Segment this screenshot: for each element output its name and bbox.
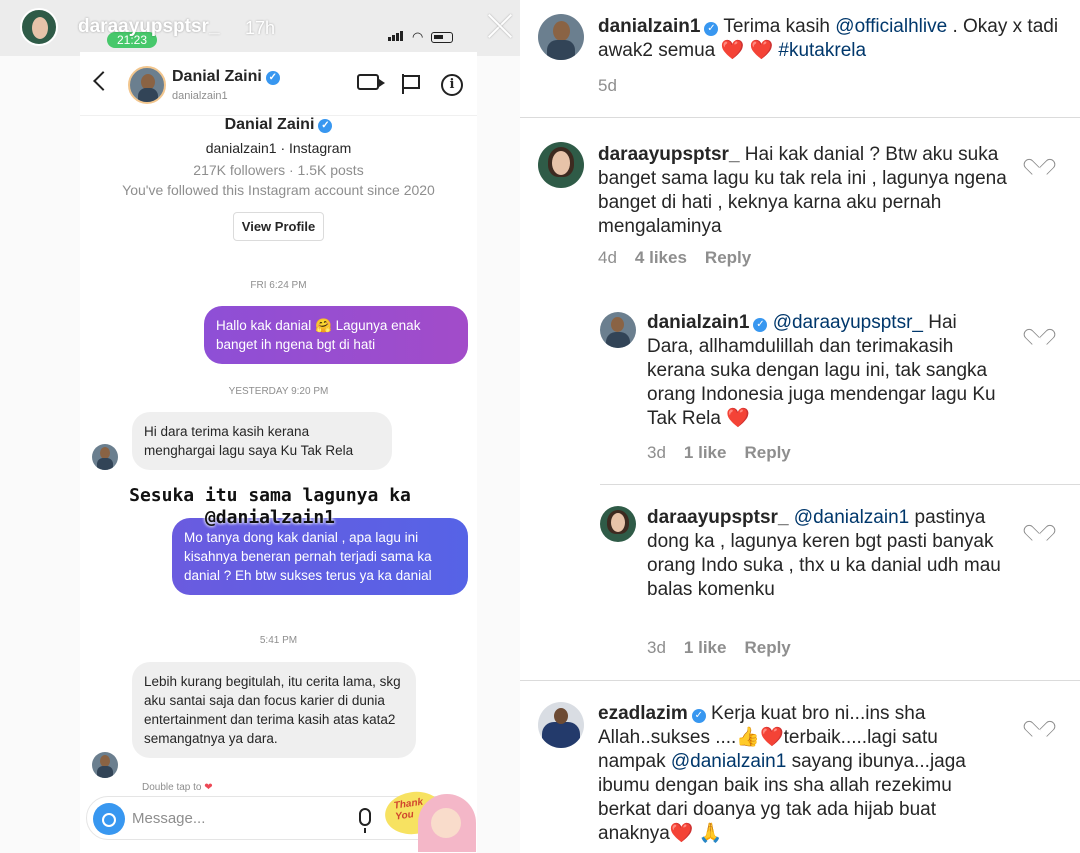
flag-icon[interactable] bbox=[401, 74, 420, 94]
like-heart-icon[interactable] bbox=[1030, 330, 1048, 346]
dm-screenshot: Danial Zaini ✓ danialzain1 i Danial Zaini… bbox=[80, 52, 477, 853]
view-profile-button[interactable]: View Profile bbox=[232, 212, 325, 241]
verified-icon: ✓ bbox=[691, 709, 706, 723]
story-overlay-text: Sesuka itu sama lagunya ka @danialzain1 bbox=[129, 485, 411, 528]
sent-message: Mo tanya dong kak danial , apa lagu ini … bbox=[172, 518, 468, 595]
profile-name: Danial Zaini ✓ bbox=[80, 116, 477, 134]
comment-avatar[interactable] bbox=[538, 142, 584, 188]
comment-meta: 5d bbox=[598, 76, 617, 95]
video-call-icon[interactable] bbox=[357, 74, 385, 90]
story-header: 21:23 daraayupsptsr_ 17h ◠ bbox=[0, 0, 520, 56]
comments-panel: danialzain1 ✓ Terima kasih @officialhlive… bbox=[520, 0, 1080, 853]
comment: ezadlazim ✓ Kerja kuat bro ni...ins sha A… bbox=[598, 703, 966, 844]
story-time: 17h bbox=[245, 18, 276, 38]
status-icons: ◠ bbox=[388, 28, 454, 46]
divider bbox=[520, 117, 1080, 118]
sticker-figure bbox=[418, 794, 476, 852]
dm-name[interactable]: Danial Zaini ✓ bbox=[172, 68, 280, 86]
comment-meta: 4d 4 likes Reply bbox=[598, 248, 752, 267]
reply-comment: danialzain1 ✓ @daraayupsptsr_ Hai Dara, a… bbox=[647, 312, 996, 429]
timestamp: FRI 6:24 PM bbox=[250, 280, 307, 291]
mention-link[interactable]: @officialhlive bbox=[835, 16, 947, 37]
comment: danialzain1 ✓ Terima kasih @officialhlive… bbox=[598, 16, 1059, 61]
battery-icon bbox=[431, 31, 454, 43]
reply-avatar[interactable] bbox=[600, 506, 636, 542]
reply-button[interactable]: Reply bbox=[744, 638, 790, 657]
double-tap-hint: Double tap to ❤ bbox=[142, 782, 213, 793]
story-panel: 21:23 daraayupsptsr_ 17h ◠ Danial Zaini ✓… bbox=[0, 0, 520, 853]
received-message: Hi dara terima kasih kerana menghargai l… bbox=[132, 412, 392, 470]
profile-sub: danialzain1 · Instagram bbox=[205, 140, 352, 156]
comment-username[interactable]: ezadlazim bbox=[598, 703, 688, 724]
verified-icon: ✓ bbox=[318, 119, 333, 133]
timestamp: 5:41 PM bbox=[259, 635, 298, 646]
received-message: Lebih kurang begitulah, itu cerita lama,… bbox=[132, 662, 416, 758]
story-username[interactable]: daraayupsptsr_ bbox=[78, 16, 220, 38]
sender-avatar bbox=[92, 752, 118, 778]
message-input[interactable]: Message... bbox=[132, 810, 205, 827]
divider bbox=[520, 680, 1080, 681]
likes-count[interactable]: 4 likes bbox=[635, 248, 687, 267]
comment-meta: 3d 1 like Reply bbox=[647, 638, 791, 657]
microphone-icon[interactable] bbox=[359, 808, 371, 833]
close-icon[interactable] bbox=[484, 10, 516, 42]
timestamp: YESTERDAY 9:20 PM bbox=[228, 386, 329, 397]
likes-count[interactable]: 1 like bbox=[684, 638, 727, 657]
verified-icon: ✓ bbox=[704, 22, 719, 36]
sender-avatar bbox=[92, 444, 118, 470]
info-icon[interactable]: i bbox=[441, 74, 463, 96]
like-heart-icon[interactable] bbox=[1030, 160, 1048, 176]
verified-icon: ✓ bbox=[265, 71, 280, 85]
story-avatar[interactable] bbox=[20, 8, 58, 46]
comment-avatar[interactable] bbox=[538, 14, 584, 60]
follow-note: You've followed this Instagram account s… bbox=[122, 182, 435, 198]
dm-header: Danial Zaini ✓ danialzain1 i bbox=[80, 52, 477, 116]
camera-icon[interactable] bbox=[93, 803, 125, 835]
comment-username[interactable]: danialzain1 bbox=[647, 312, 749, 333]
like-heart-icon[interactable] bbox=[1030, 722, 1048, 738]
sent-message: Hallo kak danial 🤗 Lagunya enak banget i… bbox=[204, 306, 468, 364]
dm-avatar[interactable] bbox=[128, 66, 166, 104]
mention-link[interactable]: @danialzain1 bbox=[794, 507, 909, 528]
comment-username[interactable]: daraayupsptsr_ bbox=[647, 507, 789, 528]
heart-icon: ❤ bbox=[204, 782, 213, 793]
divider bbox=[600, 484, 1080, 485]
reply-button[interactable]: Reply bbox=[744, 443, 790, 462]
profile-stats: 217K followers · 1.5K posts bbox=[193, 162, 364, 178]
comment: daraayupsptsr_ Hai kak danial ? Btw aku … bbox=[598, 144, 1007, 237]
mention-link[interactable]: @danialzain1 bbox=[671, 751, 786, 772]
likes-count[interactable]: 1 like bbox=[684, 443, 727, 462]
back-icon[interactable] bbox=[93, 71, 113, 91]
reply-avatar[interactable] bbox=[600, 312, 636, 348]
reply-comment: daraayupsptsr_ @danialzain1 pastinya don… bbox=[647, 507, 1001, 600]
comment-avatar[interactable] bbox=[538, 702, 584, 748]
profile-summary: Danial Zaini ✓ danialzain1 · Instagram 21… bbox=[80, 116, 477, 241]
comment-meta: 3d 1 like Reply bbox=[647, 443, 791, 462]
verified-icon: ✓ bbox=[753, 318, 768, 332]
hashtag-link[interactable]: #kutakrela bbox=[778, 40, 866, 61]
dm-handle: danialzain1 bbox=[172, 90, 228, 102]
mention-link[interactable]: @daraayupsptsr_ bbox=[773, 312, 923, 333]
comment-username[interactable]: daraayupsptsr_ bbox=[598, 144, 740, 165]
like-heart-icon[interactable] bbox=[1030, 526, 1048, 542]
reply-button[interactable]: Reply bbox=[705, 248, 751, 267]
signal-icon bbox=[388, 28, 404, 46]
wifi-icon: ◠ bbox=[412, 29, 424, 44]
comment-username[interactable]: danialzain1 bbox=[598, 16, 700, 37]
